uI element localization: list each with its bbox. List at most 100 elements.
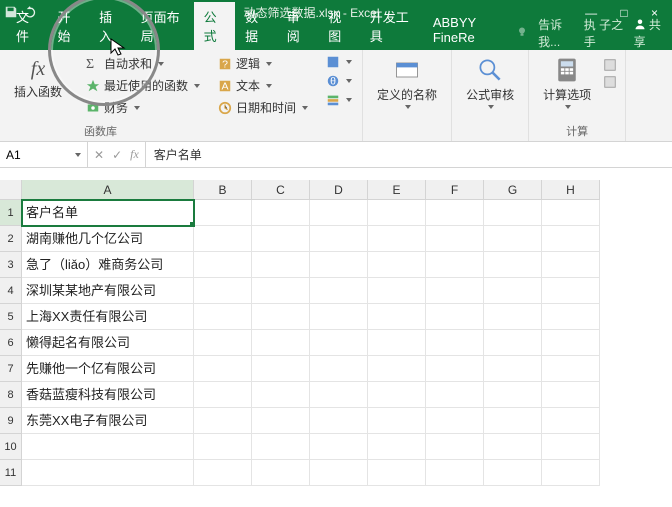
formula-input[interactable]: 客户名单 [146,142,672,167]
tab-data[interactable]: 数据 [235,2,277,50]
cell[interactable] [194,252,252,278]
tell-me[interactable]: 告诉我... [538,16,574,50]
row-header[interactable]: 5 [0,304,22,330]
cell[interactable] [368,330,426,356]
tab-formulas[interactable]: 公式 [194,2,236,50]
account-name[interactable]: 执 子之手 [584,16,624,50]
cell[interactable] [426,278,484,304]
cell[interactable] [542,382,600,408]
calc-options-button[interactable]: 计算选项 [537,54,597,111]
cell[interactable] [542,304,600,330]
cell[interactable] [484,252,542,278]
tab-review[interactable]: 审阅 [277,2,319,50]
row-header[interactable]: 2 [0,226,22,252]
cell[interactable] [368,408,426,434]
cell[interactable] [426,226,484,252]
cell[interactable] [194,408,252,434]
row-header[interactable]: 3 [0,252,22,278]
row-header[interactable]: 11 [0,460,22,486]
cell[interactable] [426,304,484,330]
cell[interactable] [194,226,252,252]
cell[interactable] [542,330,600,356]
cell-grid[interactable]: 客户名单湖南赚他几个亿公司急了（liǎo）难商务公司深圳某某地产有限公司上海XX… [22,200,600,486]
cell[interactable] [310,278,368,304]
more-button[interactable] [324,92,354,108]
cell[interactable] [368,434,426,460]
financial-button[interactable]: 财务 [84,98,202,117]
cell[interactable] [542,408,600,434]
cell[interactable] [542,226,600,252]
cell[interactable] [368,460,426,486]
row-header[interactable]: 4 [0,278,22,304]
col-header[interactable]: A [22,180,194,200]
cell[interactable] [484,304,542,330]
calc-sheet-icon[interactable] [603,75,617,89]
cell[interactable]: 湖南赚他几个亿公司 [22,226,194,252]
cell[interactable] [252,408,310,434]
fx-small-icon[interactable]: fx [130,147,139,162]
cell[interactable] [194,200,252,226]
col-header[interactable]: H [542,180,600,200]
tab-insert[interactable]: 插入 [89,2,131,50]
tab-home[interactable]: 开始 [48,2,90,50]
cell[interactable] [252,356,310,382]
cell[interactable]: 懒得起名有限公司 [22,330,194,356]
cell[interactable] [194,304,252,330]
cell[interactable] [310,252,368,278]
math-button[interactable]: θ [324,73,354,89]
cell[interactable] [484,200,542,226]
cell[interactable] [252,226,310,252]
cell[interactable] [426,460,484,486]
row-header[interactable]: 1 [0,200,22,226]
cell[interactable]: 客户名单 [22,200,194,226]
cell[interactable]: 东莞XX电子有限公司 [22,408,194,434]
cell[interactable] [484,278,542,304]
cell[interactable]: 先赚他一个亿有限公司 [22,356,194,382]
insert-function-button[interactable]: fx 插入函数 [8,54,68,104]
cell[interactable] [368,200,426,226]
cell[interactable] [194,278,252,304]
cell[interactable] [310,304,368,330]
cell[interactable] [368,226,426,252]
cell[interactable] [194,356,252,382]
formula-audit-button[interactable]: 公式审核 [460,54,520,111]
cell[interactable] [310,434,368,460]
cell[interactable]: 上海XX责任有限公司 [22,304,194,330]
cell[interactable]: 深圳某某地产有限公司 [22,278,194,304]
recent-button[interactable]: 最近使用的函数 [84,76,202,95]
cell[interactable] [542,252,600,278]
cell[interactable] [542,200,600,226]
undo-icon[interactable] [24,5,38,19]
cell[interactable] [426,200,484,226]
datetime-button[interactable]: 日期和时间 [216,98,310,117]
cell[interactable] [368,382,426,408]
cell[interactable]: 急了（liǎo）难商务公司 [22,252,194,278]
cell[interactable] [194,460,252,486]
col-header[interactable]: F [426,180,484,200]
enter-icon[interactable]: ✓ [112,148,122,162]
cell[interactable] [368,278,426,304]
tab-view[interactable]: 视图 [318,2,360,50]
cancel-icon[interactable]: ✕ [94,148,104,162]
cell[interactable] [252,460,310,486]
cell[interactable] [426,382,484,408]
cell[interactable] [310,460,368,486]
select-all-corner[interactable] [0,180,22,200]
cell[interactable] [484,434,542,460]
cell[interactable] [194,434,252,460]
cell[interactable] [310,330,368,356]
cell[interactable] [310,382,368,408]
col-header[interactable]: D [310,180,368,200]
cell[interactable] [542,460,600,486]
save-icon[interactable] [4,5,18,19]
share-button[interactable]: 共享 [634,16,664,50]
cell[interactable] [426,330,484,356]
col-header[interactable]: E [368,180,426,200]
cell[interactable] [484,330,542,356]
cell[interactable] [484,408,542,434]
cell[interactable] [368,356,426,382]
col-header[interactable]: C [252,180,310,200]
cell[interactable] [252,382,310,408]
col-header[interactable]: B [194,180,252,200]
cell[interactable] [484,356,542,382]
